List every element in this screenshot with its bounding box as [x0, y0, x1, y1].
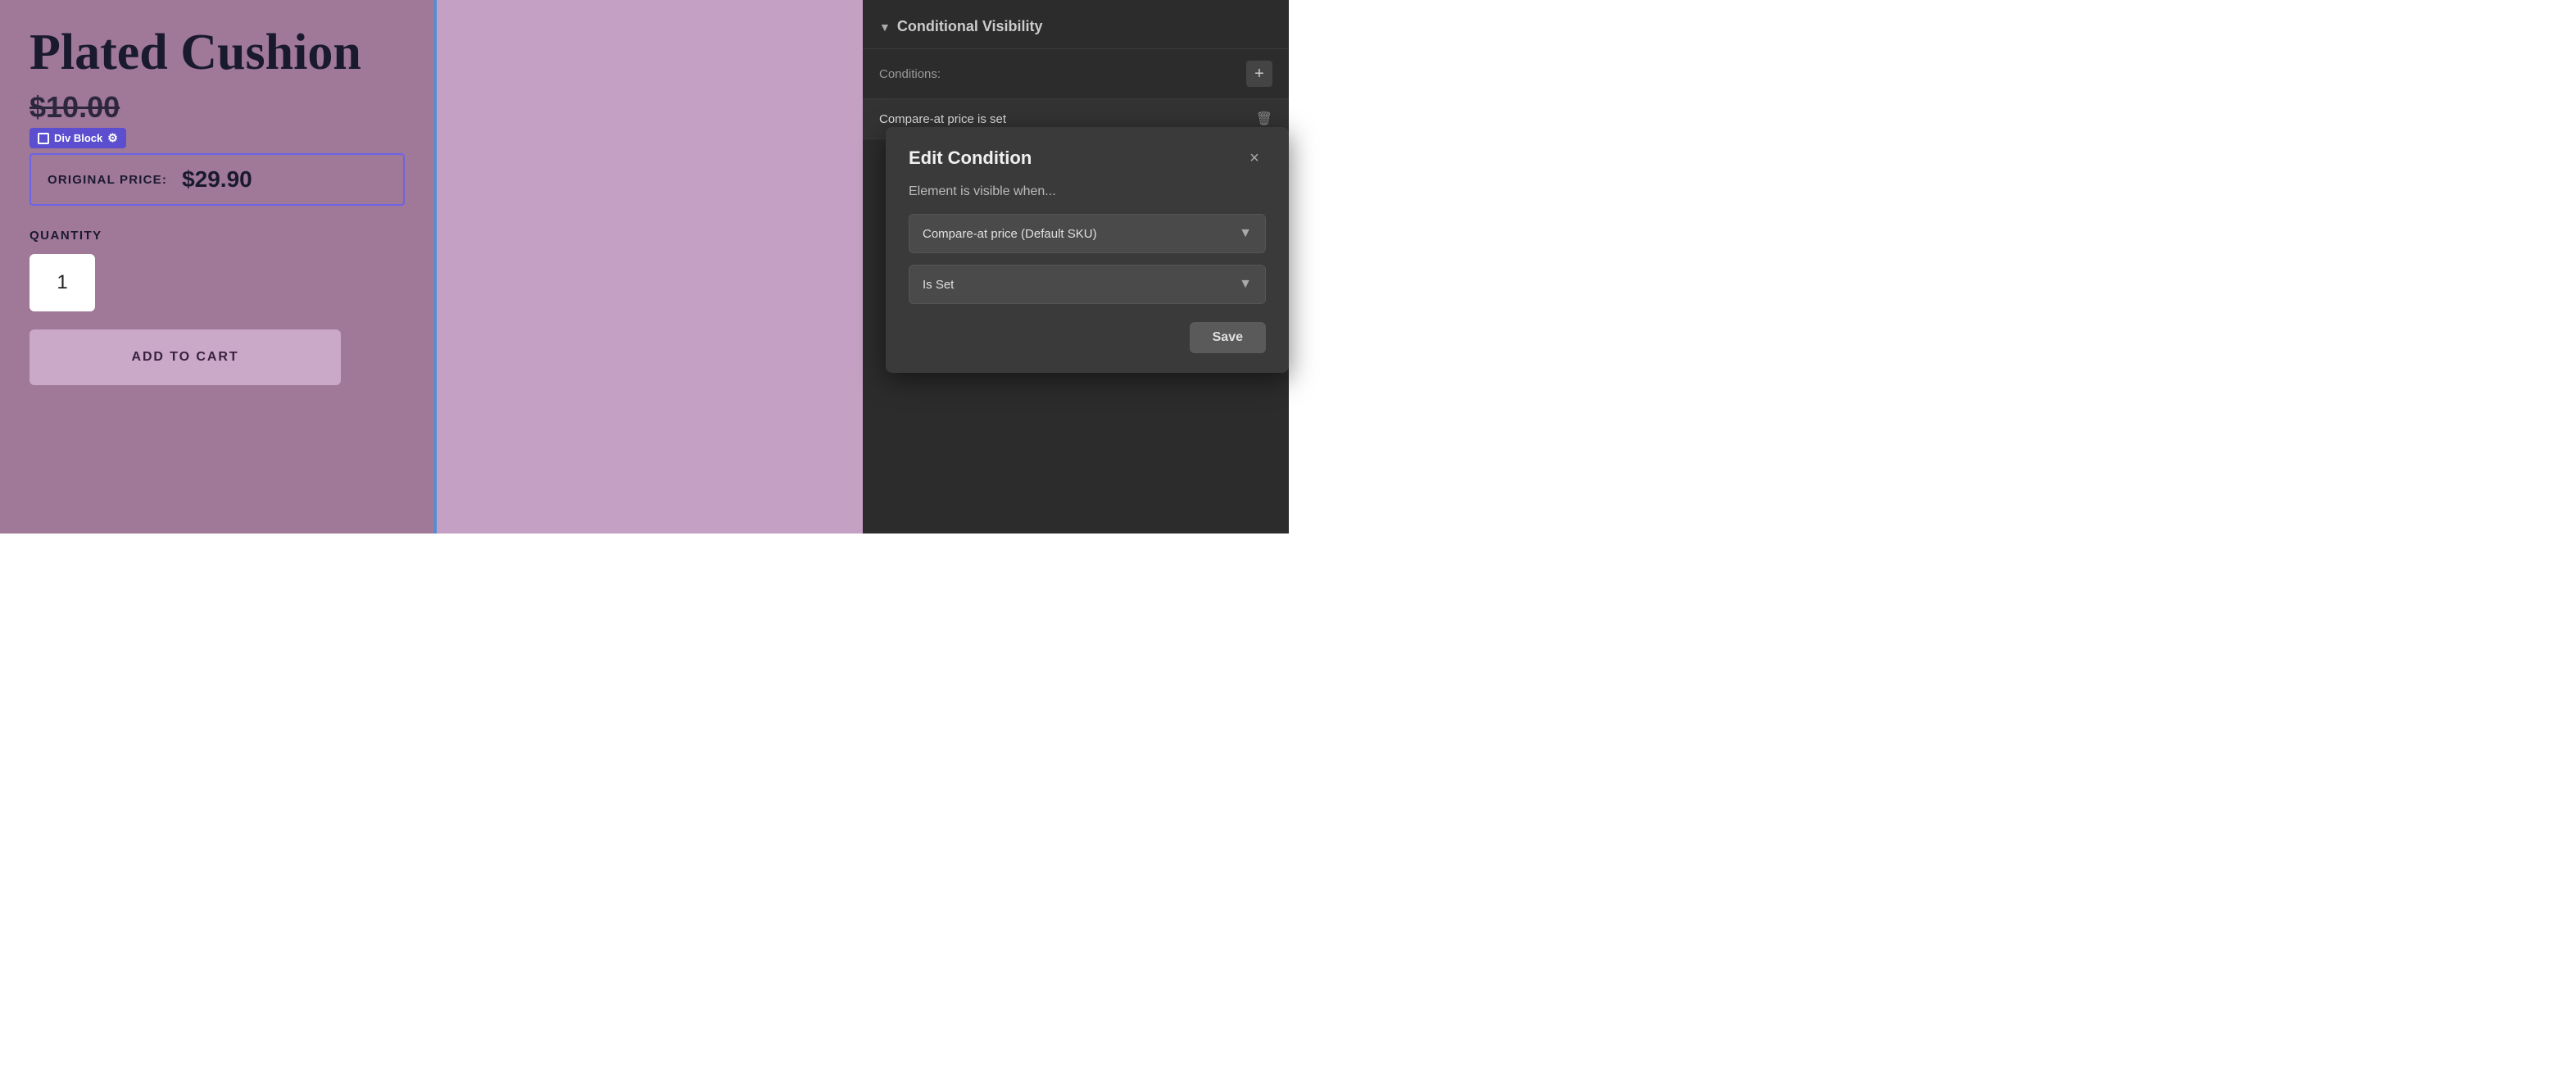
conditions-label: Conditions:	[879, 67, 941, 81]
conditional-visibility-title: Conditional Visibility	[897, 18, 1269, 35]
add-condition-button[interactable]: +	[1246, 61, 1272, 87]
quantity-input[interactable]: 1	[29, 254, 95, 311]
quantity-label: QUANTITY	[29, 229, 405, 243]
conditions-row: Conditions: +	[863, 49, 1289, 99]
original-price-value: $29.90	[182, 166, 252, 193]
div-block-label[interactable]: Div Block ⚙	[29, 128, 126, 148]
edit-condition-modal: Edit Condition × Element is visible when…	[886, 127, 1289, 373]
condition-item-text: Compare-at price is set	[879, 112, 1006, 126]
modal-header: Edit Condition ×	[909, 147, 1266, 170]
secondary-condition-dropdown[interactable]: Is Set ▼	[909, 265, 1266, 304]
product-panel: Plated Cushion $10.00 Div Block ⚙ ORIGIN…	[0, 0, 434, 534]
primary-dropdown-arrow: ▼	[1239, 226, 1252, 241]
secondary-dropdown-arrow: ▼	[1239, 277, 1252, 292]
secondary-dropdown-value: Is Set	[923, 278, 954, 292]
close-modal-button[interactable]: ×	[1243, 147, 1266, 170]
add-to-cart-button[interactable]: ADD TO CART	[29, 329, 341, 385]
save-button[interactable]: Save	[1190, 322, 1266, 353]
primary-condition-dropdown[interactable]: Compare-at price (Default SKU) ▼	[909, 214, 1266, 253]
settings-panel: ▼ Conditional Visibility Conditions: + C…	[863, 0, 1289, 534]
original-price-label: ORIGINAL PRICE:	[48, 173, 167, 187]
primary-dropdown-value: Compare-at price (Default SKU)	[923, 227, 1097, 241]
gear-icon[interactable]: ⚙	[107, 131, 118, 145]
chevron-down-icon[interactable]: ▼	[879, 20, 891, 34]
conditional-visibility-header: ▼ Conditional Visibility	[863, 0, 1289, 49]
product-title: Plated Cushion	[29, 25, 405, 80]
trash-icon[interactable]: 🗑	[1256, 111, 1272, 127]
product-price-strikethrough: $10.00	[29, 90, 405, 125]
modal-subtitle: Element is visible when...	[909, 184, 1266, 199]
original-price-box: ORIGINAL PRICE: $29.90	[29, 153, 405, 206]
modal-footer: Save	[909, 322, 1266, 353]
div-block-text: Div Block	[54, 132, 102, 144]
checkbox-icon	[38, 133, 49, 144]
modal-title: Edit Condition	[909, 148, 1032, 169]
right-preview-panel	[437, 0, 863, 534]
